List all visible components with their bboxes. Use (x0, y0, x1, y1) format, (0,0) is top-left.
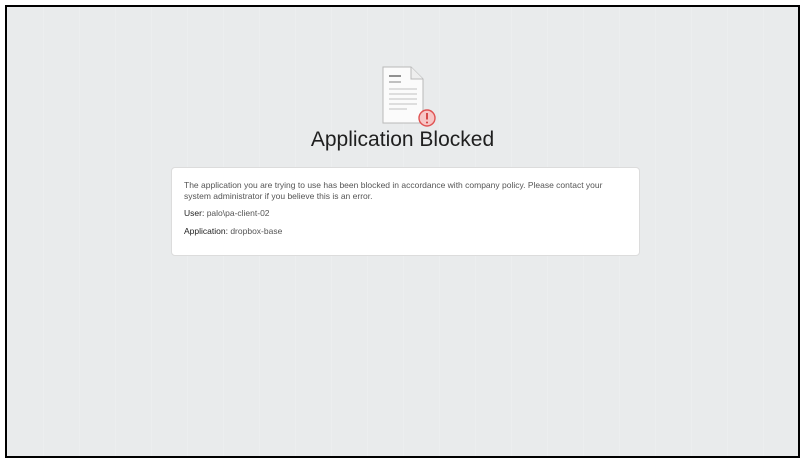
user-label: User: (184, 208, 205, 218)
page-title: Application Blocked (310, 128, 495, 151)
block-message-card: The application you are trying to use ha… (171, 167, 640, 256)
blocked-document-icon (382, 66, 436, 127)
block-message: The application you are trying to use ha… (184, 180, 603, 201)
browser-viewport: Application Blocked The application you … (5, 5, 800, 458)
application-label: Application: (184, 226, 228, 236)
application-value: dropbox-base (230, 226, 283, 236)
application-field: Application: dropbox-base (184, 226, 627, 237)
user-field: User: palo\pa-client-02 (184, 208, 627, 219)
user-value: palo\pa-client-02 (206, 208, 270, 218)
